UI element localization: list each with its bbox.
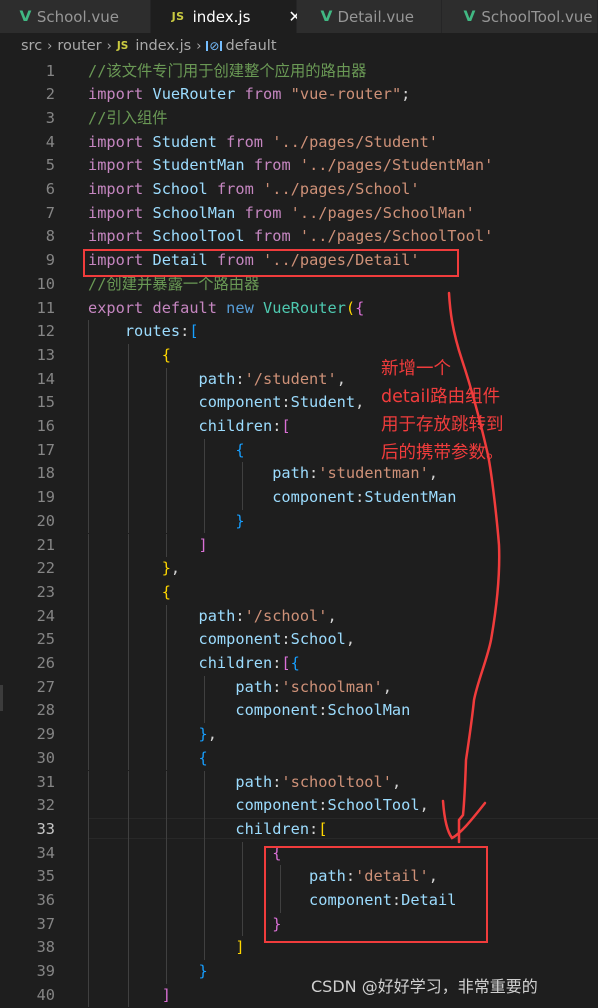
annotation-line: 用于存放跳转到 (381, 415, 504, 435)
highlight-box-import-detail (83, 249, 459, 277)
highlight-box-detail-route (264, 846, 488, 943)
annotation-note: 新增一个 detail路由组件 用于存放跳转到 后的携带参数。 (381, 355, 504, 467)
annotation-line: 新增一个 (381, 359, 451, 379)
watermark: CSDN @好好学习，非常重要的 (311, 977, 538, 996)
annotation-line: 后的携带参数。 (381, 443, 504, 463)
annotation-line: detail路由组件 (381, 387, 501, 407)
annotation-layer (83, 249, 501, 943)
